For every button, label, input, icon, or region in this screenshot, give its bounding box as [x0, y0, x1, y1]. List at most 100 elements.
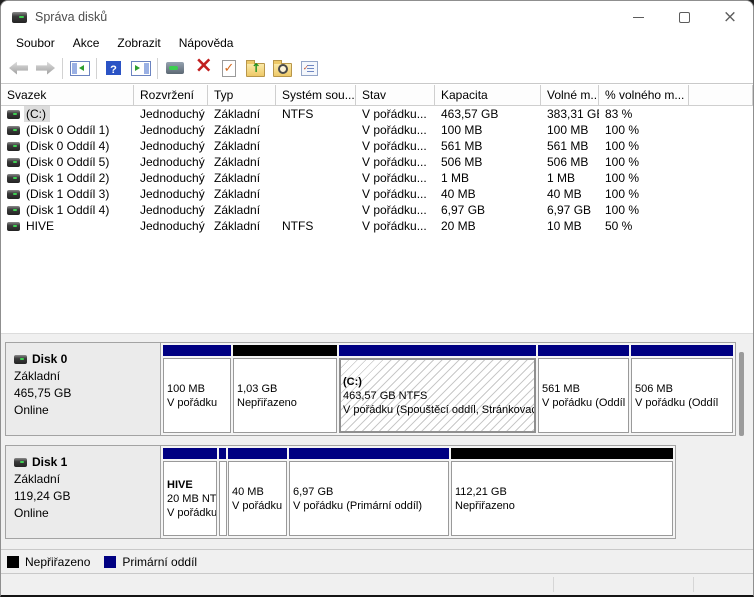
partition[interactable]: 112,21 GBNepřiřazeno	[451, 448, 673, 536]
toolbar-forward-button[interactable]	[32, 56, 59, 81]
menu-item-akce[interactable]: Akce	[64, 33, 109, 53]
table-row[interactable]: (Disk 1 Oddíl 2)JednoduchýZákladníV pořá…	[1, 170, 753, 186]
volume-icon	[7, 110, 20, 119]
disk-name: Disk 0	[32, 351, 67, 368]
column-header[interactable]: Kapacita	[435, 85, 541, 105]
table-cell: NTFS	[276, 218, 356, 234]
toolbar-checklist-button[interactable]	[296, 56, 323, 81]
partition-status: V pořádku	[167, 396, 227, 410]
column-header[interactable]: Volné m...	[541, 85, 599, 105]
column-header[interactable]: Stav	[356, 85, 435, 105]
column-header[interactable]: Typ	[208, 85, 276, 105]
table-row[interactable]: (Disk 0 Oddíl 1)JednoduchýZákladníV pořá…	[1, 122, 753, 138]
partition[interactable]: HIVE20 MB NTFSV pořádku	[163, 448, 217, 536]
status-divider	[693, 577, 694, 592]
volume-name: HIVE	[24, 218, 58, 234]
partition-size: 1,03 GB	[237, 382, 333, 396]
table-row[interactable]: (Disk 0 Oddíl 5)JednoduchýZákladníV pořá…	[1, 154, 753, 170]
table-cell: Základní	[208, 202, 276, 218]
vertical-scrollbar[interactable]	[735, 338, 748, 544]
table-row[interactable]: HIVEJednoduchýZákladníNTFSV pořádku...20…	[1, 218, 753, 234]
disk-size: 465,75 GB	[14, 385, 160, 402]
menu-item-zobrazit[interactable]: Zobrazit	[108, 33, 169, 53]
partition-color-bar	[339, 345, 536, 356]
partition[interactable]: 506 MBV pořádku (Oddíl	[631, 345, 733, 433]
maximize-button[interactable]	[661, 1, 707, 33]
toolbar-folder-up-button[interactable]	[242, 56, 269, 81]
partition[interactable]: 561 MBV pořádku (Oddíl	[538, 345, 629, 433]
toolbar-rescan-button[interactable]	[161, 56, 188, 81]
partition[interactable]: 1,03 GBNepřiřazeno	[233, 345, 337, 433]
partition[interactable]	[219, 448, 226, 536]
rescan-icon	[166, 62, 184, 74]
toolbar-delete-button[interactable]	[188, 56, 215, 81]
disk-name-row: Disk 1	[14, 454, 160, 471]
table-cell: V pořádku...	[356, 138, 435, 154]
table-cell: 100 %	[599, 154, 689, 170]
table-cell: Jednoduchý	[134, 122, 208, 138]
column-header[interactable]: Systém sou...	[276, 85, 356, 105]
table-cell: 100 %	[599, 122, 689, 138]
partition-body: 112,21 GBNepřiřazeno	[451, 461, 673, 536]
close-button[interactable]: ×	[707, 1, 753, 33]
disk-status: Online	[14, 402, 160, 419]
toolbar-back-button[interactable]	[5, 56, 32, 81]
disk-info-panel[interactable]: Disk 1Základní119,24 GBOnline	[6, 446, 161, 538]
column-header[interactable]: % volného m...	[599, 85, 689, 105]
table-row[interactable]: (Disk 1 Oddíl 3)JednoduchýZákladníV pořá…	[1, 186, 753, 202]
toolbar-console-tree-button[interactable]	[66, 56, 93, 81]
toolbar-folder-search-button[interactable]	[269, 56, 296, 81]
partition-body: (C:)463,57 GB NTFSV pořádku (Spouštěcí o…	[339, 358, 536, 433]
partition[interactable]: 100 MBV pořádku	[163, 345, 231, 433]
table-cell: 506 MB	[541, 154, 599, 170]
table-row[interactable]: (C:)JednoduchýZákladníNTFSV pořádku...46…	[1, 106, 753, 122]
table-row[interactable]: (Disk 0 Oddíl 4)JednoduchýZákladníV pořá…	[1, 138, 753, 154]
volume-name: (C:)	[24, 106, 50, 122]
back-icon	[9, 62, 28, 75]
minimize-button[interactable]	[615, 1, 661, 33]
toolbar-help-button[interactable]	[100, 56, 127, 81]
partition[interactable]: (C:)463,57 GB NTFSV pořádku (Spouštěcí o…	[339, 345, 536, 433]
partition-status: V pořádku (Oddíl	[542, 396, 625, 410]
disk-type: Základní	[14, 471, 160, 488]
table-cell: 561 MB	[435, 138, 541, 154]
column-header[interactable]: Rozvržení	[134, 85, 208, 105]
table-cell: 100 %	[599, 202, 689, 218]
partition-body	[219, 461, 227, 536]
table-cell: Základní	[208, 122, 276, 138]
legend-label: Primární oddíl	[122, 555, 197, 569]
partition-body: 1,03 GBNepřiřazeno	[233, 358, 337, 433]
table-row[interactable]: (Disk 1 Oddíl 4)JednoduchýZákladníV pořá…	[1, 202, 753, 218]
toolbar-check-doc-button[interactable]	[215, 56, 242, 81]
menu-item-napoveda[interactable]: Nápověda	[170, 33, 243, 53]
forward-icon	[36, 62, 55, 75]
table-cell: Jednoduchý	[134, 170, 208, 186]
partition-size: 463,57 GB NTFS	[343, 389, 532, 403]
table-cell: 40 MB	[435, 186, 541, 202]
action-pane-icon	[131, 61, 151, 76]
legend-label: Nepřiřazeno	[25, 555, 90, 569]
disk-info-panel[interactable]: Disk 0Základní465,75 GBOnline	[6, 343, 161, 435]
table-cell: 561 MB	[541, 138, 599, 154]
console-tree-icon	[70, 61, 90, 76]
table-cell: V pořádku...	[356, 122, 435, 138]
table-cell: V pořádku...	[356, 154, 435, 170]
delete-icon	[194, 61, 210, 76]
partition-size: 561 MB	[542, 382, 625, 396]
column-header[interactable]: Svazek	[1, 85, 134, 105]
table-cell: 100 %	[599, 186, 689, 202]
partition-size: 112,21 GB	[455, 485, 669, 499]
app-disk-icon	[12, 12, 27, 23]
menu-bar: SouborAkceZobrazitNápověda	[1, 33, 753, 53]
partition-status: V pořádku (Oddíl	[635, 396, 729, 410]
table-cell: Základní	[208, 186, 276, 202]
toolbar-action-pane-button[interactable]	[127, 56, 154, 81]
partition-body: HIVE20 MB NTFSV pořádku	[163, 461, 217, 536]
scrollbar-thumb[interactable]	[739, 352, 744, 436]
menu-item-soubor[interactable]: Soubor	[7, 33, 64, 53]
partition[interactable]: 40 MBV pořádku	[228, 448, 287, 536]
partition[interactable]: 6,97 GBV pořádku (Primární oddíl)	[289, 448, 449, 536]
disk-icon	[14, 458, 27, 467]
volume-list: SvazekRozvrženíTypSystém sou...StavKapac…	[1, 85, 753, 333]
partition-color-bar	[228, 448, 287, 459]
